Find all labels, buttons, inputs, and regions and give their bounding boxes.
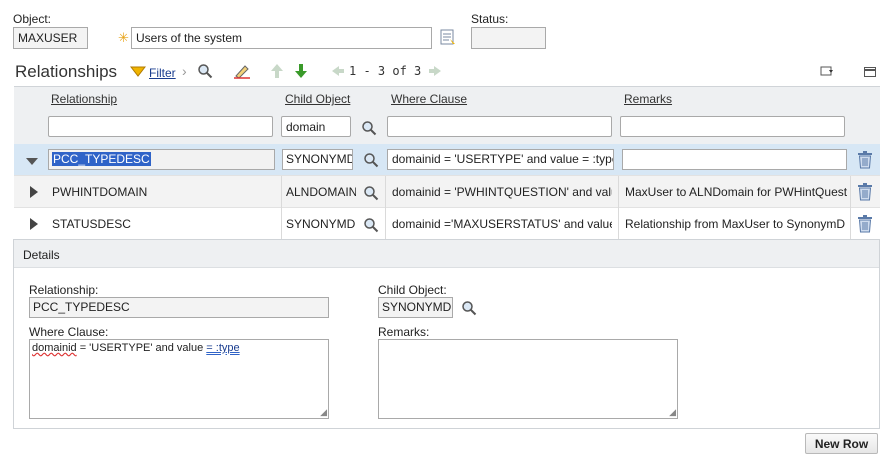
details-header: [14, 240, 879, 268]
resize-grip-icon[interactable]: ◢: [320, 408, 327, 417]
column-divider: [850, 208, 851, 239]
child-object-lookup-icon[interactable]: [363, 217, 379, 233]
clear-filter-icon[interactable]: [233, 63, 251, 79]
pagination-text: 1 - 3 of 3: [349, 64, 422, 78]
arrow-down-icon[interactable]: [294, 63, 308, 79]
previous-page-icon[interactable]: [331, 65, 345, 77]
row-remarks: Relationship from MaxUser to SynonymDoma: [625, 217, 845, 231]
delete-row-icon[interactable]: [857, 215, 873, 233]
child-object-lookup-icon[interactable]: [363, 152, 379, 168]
find-icon[interactable]: [197, 63, 213, 79]
section-title: Relationships: [15, 62, 118, 81]
next-page-icon[interactable]: [428, 65, 442, 77]
arrow-up-icon[interactable]: [270, 63, 284, 79]
download-icon[interactable]: [820, 65, 834, 77]
column-divider: [281, 208, 282, 239]
filter-relationship-input[interactable]: [48, 116, 273, 137]
column-header-where-clause[interactable]: Where Clause: [391, 92, 467, 106]
details-title: Details: [23, 248, 60, 262]
column-divider: [618, 176, 619, 208]
details-where-textarea[interactable]: domainid = 'USERTYPE' and value = :type …: [29, 339, 329, 419]
row-child-object: ALNDOMAIN: [286, 185, 356, 199]
details-child-object-lookup-icon[interactable]: [461, 300, 477, 316]
resize-grip-icon[interactable]: ◢: [669, 408, 676, 417]
filter-remarks-input[interactable]: [620, 116, 845, 137]
new-row-button[interactable]: New Row: [805, 433, 878, 454]
row-child-object-input[interactable]: SYNONYMD: [282, 149, 353, 170]
details-child-object-field[interactable]: SYNONYMDC: [378, 297, 453, 318]
details-relationship-label: Relationship:: [29, 283, 99, 297]
row-expand-icon[interactable]: [29, 185, 39, 199]
filter-where-clause-input[interactable]: [387, 116, 612, 137]
column-divider: [281, 176, 282, 208]
long-description-icon[interactable]: [439, 28, 457, 46]
filter-icon[interactable]: [129, 66, 147, 78]
row-collapse-icon[interactable]: [25, 155, 39, 165]
row-where-clause: domainid ='MAXUSERSTATUS' and value =: [392, 217, 612, 231]
details-child-object-label: Child Object:: [378, 283, 447, 297]
column-header-child-object[interactable]: Child Object: [285, 92, 350, 106]
where-text: = 'USERTYPE' and value: [76, 342, 207, 354]
filter-child-object-input[interactable]: domain: [281, 116, 351, 137]
collapse-table-icon[interactable]: [864, 66, 876, 77]
row-where-clause-input[interactable]: domainid = 'USERTYPE' and value = :type: [387, 149, 614, 170]
status-field[interactable]: [471, 27, 546, 49]
column-divider: [385, 176, 386, 208]
row-remarks-input[interactable]: [622, 149, 847, 170]
chevron-right-icon: ›: [182, 63, 187, 79]
details-where-label: Where Clause:: [29, 325, 109, 339]
filter-link[interactable]: Filter: [149, 66, 176, 80]
filter-child-object-lookup-icon[interactable]: [361, 120, 377, 136]
row-expand-icon[interactable]: [29, 217, 39, 231]
column-header-relationship[interactable]: Relationship: [51, 92, 117, 106]
row-child-object: SYNONYMD: [286, 217, 356, 231]
delete-row-icon[interactable]: [857, 183, 873, 201]
column-divider: [385, 208, 386, 239]
row-remarks: MaxUser to ALNDomain for PWHintQuestion: [625, 185, 847, 199]
status-label: Status:: [471, 12, 509, 26]
delete-row-icon[interactable]: [857, 151, 873, 169]
row-relationship: STATUSDESC: [52, 217, 131, 231]
details-relationship-field[interactable]: PCC_TYPEDESC: [29, 297, 329, 318]
details-remarks-textarea[interactable]: ◢: [378, 339, 678, 419]
column-divider: [618, 208, 619, 239]
child-object-lookup-icon[interactable]: [363, 185, 379, 201]
row-where-clause: domainid = 'PWHINTQUESTION' and value =: [392, 185, 612, 199]
object-label: Object:: [13, 12, 52, 26]
where-text-underlined: = :type: [206, 342, 240, 354]
details-remarks-label: Remarks:: [378, 325, 430, 339]
column-divider: [850, 176, 851, 208]
row-relationship: PWHINTDOMAIN: [52, 185, 148, 199]
row-relationship-input[interactable]: PCC_TYPEDESC: [48, 149, 275, 170]
row-relationship-selected-text: PCC_TYPEDESC: [52, 152, 151, 166]
description-field[interactable]: Users of the system: [131, 27, 432, 49]
column-header-remarks[interactable]: Remarks: [624, 92, 672, 106]
object-field[interactable]: MAXUSER: [13, 27, 88, 49]
spellcheck-word: domainid: [32, 342, 77, 354]
required-star-icon: ✳: [118, 30, 129, 45]
